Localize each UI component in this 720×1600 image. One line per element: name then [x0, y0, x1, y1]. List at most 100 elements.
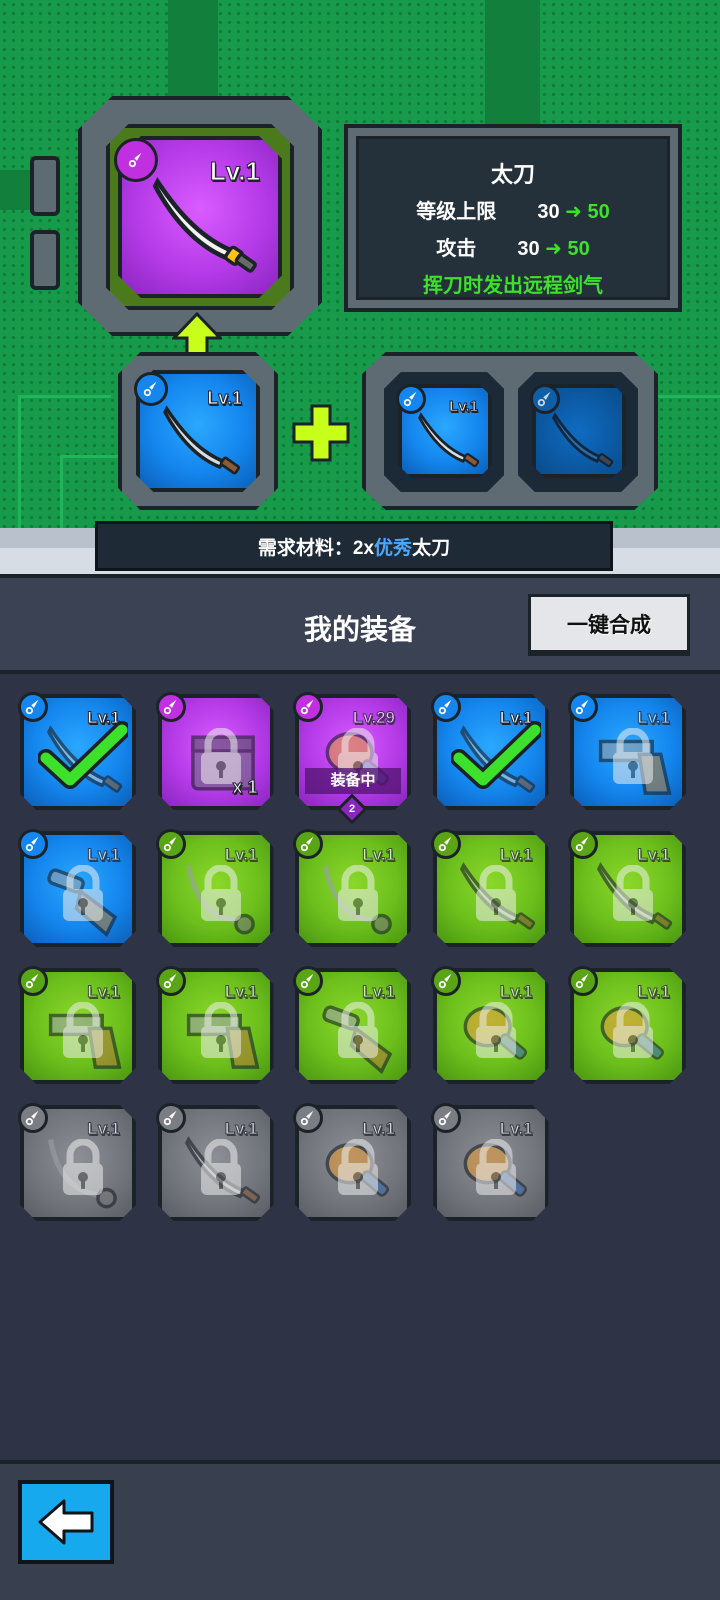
- rarity-badge: [155, 1103, 186, 1133]
- rarity-badge: [530, 384, 560, 414]
- katana-icon: [552, 412, 614, 468]
- dagger-icon: [128, 152, 142, 168]
- level-cap-label: 等级上限: [416, 201, 497, 223]
- background-line: [650, 395, 720, 548]
- rarity-badge: [568, 966, 598, 996]
- level-label: Lv.1: [637, 708, 671, 728]
- lock-icon: [338, 1139, 378, 1195]
- dagger-icon: [438, 1110, 451, 1126]
- level-cap-to: 50: [587, 201, 610, 223]
- level-label: Lv.1: [499, 982, 533, 1002]
- lock-icon: [338, 1002, 378, 1058]
- bottom-bar: [0, 1460, 720, 1600]
- katana-icon: [152, 176, 257, 273]
- equipment-slot[interactable]: x 1: [155, 692, 274, 810]
- rarity-badge: [134, 372, 168, 406]
- rarity-badge: [155, 966, 186, 996]
- level-cap-from: 30: [537, 201, 560, 223]
- attack-label: 攻击: [436, 238, 477, 260]
- rarity-badge: [155, 829, 186, 859]
- lock-icon: [475, 1002, 516, 1058]
- equipment-slot[interactable]: Lv.1: [568, 829, 686, 947]
- background-pipe: [485, 0, 540, 130]
- rarity-badge: [114, 138, 158, 182]
- dagger-icon: [300, 836, 314, 852]
- dagger-icon: [300, 699, 314, 715]
- forge-area: Lv.1 Lv.1 Lv.1 太刀 等级上限 30 ➜ 50 攻击 30 ➜ 5…: [0, 0, 720, 590]
- equipment-slot[interactable]: Lv.1: [155, 1103, 274, 1221]
- equipment-slot[interactable]: Lv.1: [430, 829, 549, 947]
- requirement-prefix: 需求材料：2x: [257, 537, 375, 559]
- equipment-slot[interactable]: Lv.1: [18, 966, 136, 1084]
- equip-slot-number: 2: [348, 803, 356, 815]
- dagger-icon: [438, 836, 451, 852]
- dagger-icon: [163, 699, 176, 715]
- rarity-badge: [18, 1103, 48, 1133]
- equipment-slot[interactable]: Lv.1: [568, 692, 686, 810]
- lock-icon: [613, 1002, 653, 1058]
- requirement-quality: 优秀: [374, 537, 413, 559]
- equipment-slot[interactable]: Lv.1: [155, 829, 274, 947]
- dagger-icon: [143, 381, 157, 397]
- equipment-slot[interactable]: Lv.1: [568, 966, 686, 1084]
- equipped-label: 装备中: [305, 768, 401, 794]
- requirement-bar: 需求材料：2x 优秀 太刀: [95, 521, 613, 571]
- item-info-panel: 太刀 等级上限 30 ➜ 50 攻击 30 ➜ 50 挥刀时发出远程剑气: [344, 124, 682, 312]
- dagger-icon: [25, 1110, 39, 1126]
- lock-icon: [338, 865, 378, 921]
- back-button[interactable]: [18, 1480, 114, 1564]
- rarity-badge: [18, 829, 48, 859]
- dagger-icon: [438, 973, 451, 989]
- equipment-slot[interactable]: Lv.1: [293, 1103, 411, 1221]
- lock-icon: [613, 728, 653, 784]
- background-pipe: [168, 0, 218, 100]
- dagger-icon: [25, 836, 39, 852]
- equipment-slot[interactable]: Lv.1: [293, 829, 411, 947]
- item-effect: 挥刀时发出远程剑气: [423, 275, 603, 297]
- level-label: Lv.1: [87, 845, 121, 865]
- level-label: Lv.1: [224, 845, 258, 865]
- rarity-badge: [568, 829, 598, 859]
- equipment-slot[interactable]: Lv.1: [430, 692, 549, 810]
- level-label: Lv.1: [499, 845, 533, 865]
- dagger-icon: [537, 391, 551, 407]
- level-label: Lv.1: [362, 1119, 396, 1139]
- equipment-slot[interactable]: Lv.1: [430, 1103, 549, 1221]
- level-label: Lv.1: [637, 982, 671, 1002]
- equipment-slot[interactable]: Lv.1: [18, 692, 136, 810]
- equipment-slot[interactable]: Lv.1: [155, 966, 274, 1084]
- equipment-slot[interactable]: Lv.1: [18, 829, 136, 947]
- rarity-badge: [18, 966, 48, 996]
- equipment-slot[interactable]: Lv.1: [18, 1103, 136, 1221]
- equipment-grid: Lv.1 x 1 Lv.29 装备中 2 Lv.1 Lv.1 Lv.1 Lv.1 Lv.1 Lv.1…: [0, 674, 720, 1460]
- level-label: Lv.29: [352, 708, 395, 728]
- dagger-icon: [300, 1110, 314, 1126]
- merge-all-button[interactable]: 一键合成: [528, 594, 690, 656]
- rarity-badge: [18, 692, 48, 722]
- katana-icon: [163, 405, 241, 475]
- dagger-icon: [438, 699, 451, 715]
- rarity-badge: [396, 384, 426, 414]
- lock-icon: [475, 865, 516, 921]
- dagger-icon: [25, 973, 39, 989]
- level-label: Lv.1: [637, 845, 671, 865]
- rarity-badge: [293, 966, 323, 996]
- level-label: Lv.1: [499, 1119, 533, 1139]
- lock-icon: [613, 865, 653, 921]
- katana-icon: [418, 412, 480, 468]
- back-arrow-icon: [38, 1499, 94, 1545]
- lock-icon: [200, 1002, 241, 1058]
- attack-to: 50: [567, 238, 590, 260]
- equipment-slot[interactable]: Lv.1: [293, 966, 411, 1084]
- item-count: x 1: [232, 777, 258, 798]
- frame-knob: [30, 230, 60, 290]
- level-label: Lv.1: [87, 1119, 121, 1139]
- rarity-badge: [430, 966, 461, 996]
- dagger-icon: [575, 699, 589, 715]
- equipment-slot[interactable]: Lv.1: [430, 966, 549, 1084]
- dagger-icon: [403, 391, 417, 407]
- level-label: Lv.1: [362, 845, 396, 865]
- rarity-badge: [293, 692, 323, 722]
- level-label: Lv.1: [87, 982, 121, 1002]
- equipment-slot[interactable]: Lv.29 装备中 2: [293, 692, 411, 825]
